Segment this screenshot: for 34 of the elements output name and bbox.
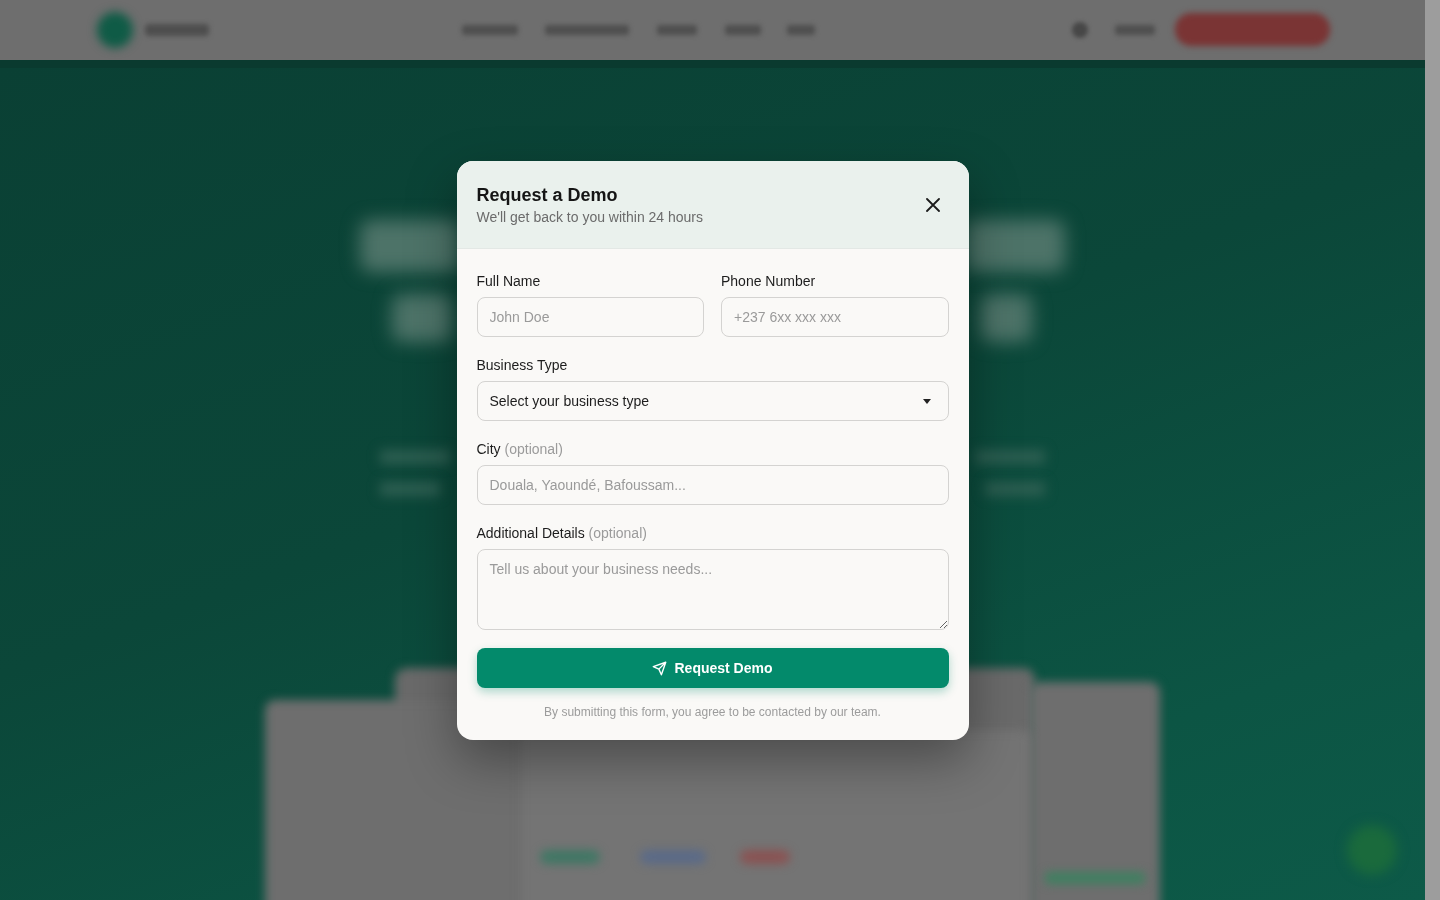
blurred-nav-button[interactable] bbox=[1175, 13, 1330, 46]
blurred-nav-icon[interactable] bbox=[1072, 22, 1088, 38]
dialog-subtitle: We'll get back to you within 24 hours bbox=[476, 207, 704, 227]
blurred-tag bbox=[740, 850, 790, 864]
submit-button[interactable]: Request Demo bbox=[476, 648, 949, 688]
dialog-title: Request a Demo bbox=[476, 183, 619, 207]
blurred-nav-link[interactable] bbox=[725, 25, 761, 35]
blurred-nav-link[interactable] bbox=[462, 25, 518, 35]
field-label: Business Type bbox=[476, 356, 569, 375]
caret-icon bbox=[922, 398, 931, 404]
dropdown-select[interactable]: Select your business type bbox=[476, 381, 949, 421]
scrollbar[interactable] bbox=[1425, 0, 1440, 900]
text-input[interactable]: John Doe bbox=[476, 297, 704, 337]
field-label: Full Name bbox=[476, 272, 542, 291]
blurred-heading-text bbox=[980, 294, 1032, 342]
blurred-heading-text bbox=[392, 294, 452, 342]
field-label: City (optional) bbox=[476, 440, 564, 459]
blurred-nav-link[interactable] bbox=[545, 25, 629, 35]
consent-note: By submitting this form, you agree to be contacted by our team. bbox=[543, 704, 882, 720]
blurred-paragraph-text bbox=[975, 450, 1045, 464]
blurred-nav-link[interactable] bbox=[657, 25, 697, 35]
text-area[interactable]: Tell us about your business needs... bbox=[476, 549, 949, 630]
text-input[interactable]: +237 6xx xxx xxx bbox=[721, 297, 949, 337]
send-icon bbox=[652, 660, 668, 676]
close-icon bbox=[925, 197, 940, 212]
text-input[interactable]: Douala, Yaoundé, Bafoussam... bbox=[476, 465, 949, 505]
field-label: Phone Number bbox=[721, 272, 817, 291]
blurred-logo bbox=[97, 12, 133, 48]
field-label: Additional Details (optional) bbox=[476, 524, 648, 543]
blurred-brand-name bbox=[145, 24, 209, 36]
blurred-nav-link[interactable] bbox=[1115, 25, 1155, 35]
blurred-tag bbox=[540, 850, 600, 864]
blurred-paragraph-text bbox=[380, 450, 450, 464]
blurred-nav-link[interactable] bbox=[787, 25, 815, 35]
